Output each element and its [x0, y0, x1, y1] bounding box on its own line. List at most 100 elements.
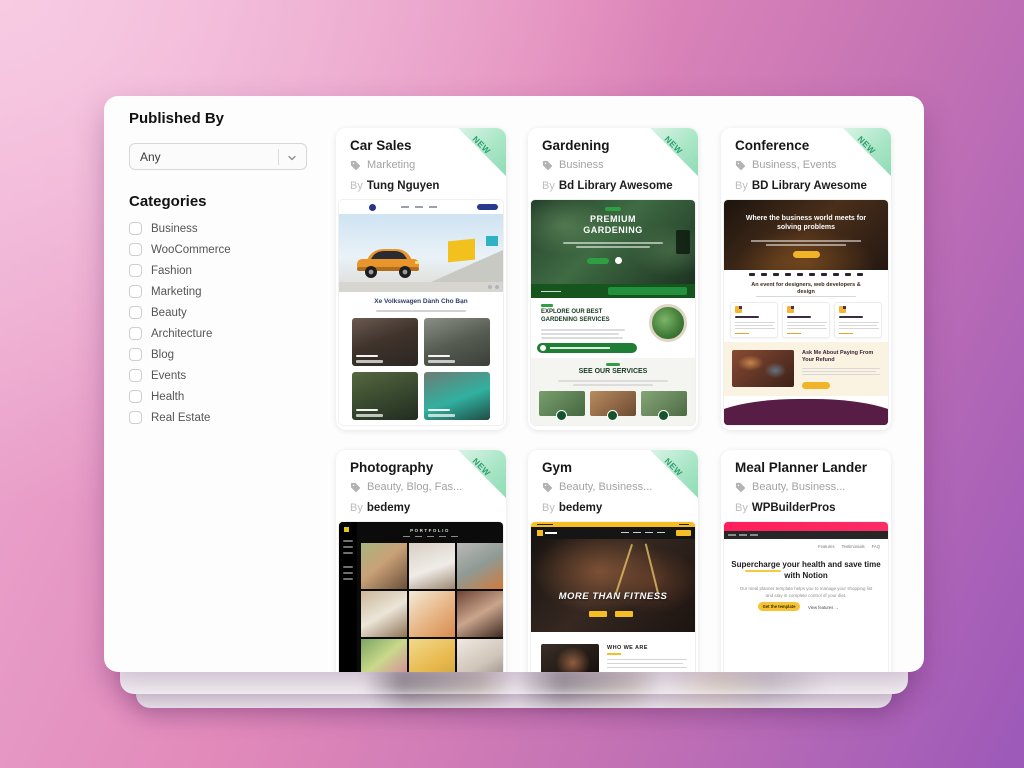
- publisher-select[interactable]: Any: [129, 143, 307, 170]
- category-row-blog[interactable]: Blog: [129, 348, 231, 361]
- category-row-marketing[interactable]: Marketing: [129, 285, 231, 298]
- category-row-woocommerce[interactable]: WooCommerce: [129, 243, 231, 256]
- services-title: SEE OUR SERVICES: [531, 368, 695, 375]
- control-dot: [495, 285, 499, 289]
- preview-page: Features Testimonials FAQ Supercharge yo…: [724, 539, 888, 672]
- category-label: Health: [151, 391, 184, 403]
- checkbox[interactable]: [129, 222, 142, 235]
- template-browser-panel: Published By Any Categories Business Woo…: [104, 96, 924, 672]
- category-row-architecture[interactable]: Architecture: [129, 327, 231, 340]
- category-label: Marketing: [151, 286, 202, 298]
- car-photo-tile: [424, 372, 490, 420]
- feature-card: [834, 302, 882, 338]
- new-badge: NEW: [650, 128, 698, 176]
- preview-green-navbar: [531, 284, 695, 298]
- checkbox[interactable]: [129, 306, 142, 319]
- checkbox[interactable]: [129, 243, 142, 256]
- template-preview-gym: MORE THAN FITNESS WHO WE ARE: [531, 522, 695, 672]
- gym-photo: [541, 644, 599, 672]
- checkbox[interactable]: [129, 411, 142, 424]
- hero-button: [587, 258, 609, 264]
- checkbox[interactable]: [129, 264, 142, 277]
- service-card: [590, 391, 636, 416]
- browser-toolbar: [724, 531, 888, 539]
- text-line: [751, 240, 861, 242]
- menu-line: [343, 578, 353, 580]
- gym-logo-text: [545, 532, 557, 534]
- text-line: [607, 659, 687, 660]
- yellow-underline: [607, 653, 621, 655]
- card-title: Conference: [735, 138, 809, 153]
- preview-promo-section: Ask Me About Paying From Your Refund: [724, 342, 888, 396]
- hero-button: [793, 251, 820, 258]
- card-tags: Beauty, Blog, Fas...: [350, 481, 462, 493]
- photo-tile: [457, 543, 503, 589]
- select-divider: [278, 149, 279, 165]
- text-line: [766, 244, 846, 246]
- by-label: By: [542, 180, 555, 192]
- card-author-row: By Bd Library Awesome: [542, 180, 673, 192]
- link-line: [735, 333, 749, 335]
- pink-header-bar: [724, 522, 888, 531]
- view-features-link: View features →: [808, 605, 839, 610]
- category-row-beauty[interactable]: Beauty: [129, 306, 231, 319]
- car-photo-tile: [352, 372, 418, 420]
- about-title: WHO WE ARE: [607, 645, 648, 651]
- categories-heading: Categories: [129, 193, 207, 210]
- checkbox[interactable]: [129, 348, 142, 361]
- category-row-fashion[interactable]: Fashion: [129, 264, 231, 277]
- hero-pill: [605, 207, 621, 211]
- template-card-car-sales[interactable]: NEW Car Sales Marketing By Tung Nguyen: [336, 128, 506, 430]
- template-preview-meal-planner: Features Testimonials FAQ Supercharge yo…: [724, 522, 888, 672]
- preview-about-section: WHO WE ARE: [531, 632, 695, 672]
- category-label: Business: [151, 223, 198, 235]
- feature-card: [782, 302, 830, 338]
- menu-line: [343, 546, 353, 548]
- yellow-underline: [745, 570, 781, 572]
- category-row-real-estate[interactable]: Real Estate: [129, 411, 231, 424]
- tag-text: Beauty, Blog, Fas...: [367, 481, 462, 493]
- category-row-health[interactable]: Health: [129, 390, 231, 403]
- service-card: [539, 391, 585, 416]
- text-line: [558, 380, 668, 382]
- new-badge: NEW: [458, 450, 506, 498]
- template-card-meal-planner[interactable]: Meal Planner Lander Beauty, Business... …: [721, 450, 891, 672]
- card-tags: Beauty, Business...: [735, 481, 845, 493]
- template-card-gardening[interactable]: NEW Gardening Business By Bd Library Awe…: [528, 128, 698, 430]
- feature-card: [730, 302, 778, 338]
- nav-link: [645, 532, 653, 533]
- by-label: By: [735, 502, 748, 514]
- photo-tile: [457, 639, 503, 672]
- template-card-gym[interactable]: NEW Gym Beauty, Business... By bedemy: [528, 450, 698, 672]
- plant-photo-circle: [649, 304, 687, 342]
- card-tags: Beauty, Business...: [542, 481, 652, 493]
- tag-icon: [735, 160, 746, 171]
- document-icon: [839, 306, 846, 313]
- publisher-select-value: Any: [140, 150, 161, 164]
- template-card-conference[interactable]: NEW Conference Business, Events By BD Li…: [721, 128, 891, 430]
- checkbox[interactable]: [129, 369, 142, 382]
- category-label: Beauty: [151, 307, 187, 319]
- recycle-icon: [607, 410, 618, 421]
- author-name: BD Library Awesome: [752, 180, 867, 192]
- nav-button: [676, 530, 691, 536]
- promo-title: Ask Me About Paying From Your Refund: [802, 350, 882, 364]
- strip-text: [679, 524, 689, 525]
- author-name: bedemy: [367, 502, 410, 514]
- checkbox[interactable]: [129, 327, 142, 340]
- car-photo-tile: [352, 318, 418, 366]
- text-line: [573, 384, 653, 386]
- card-title: Gardening: [542, 138, 610, 153]
- menu-line: [343, 572, 353, 574]
- category-row-events[interactable]: Events: [129, 369, 231, 382]
- category-row-business[interactable]: Business: [129, 222, 231, 235]
- author-name: WPBuilderPros: [752, 502, 836, 514]
- document-icon: [735, 306, 742, 313]
- nav-button: [608, 287, 687, 295]
- template-card-photography[interactable]: NEW Photography Beauty, Blog, Fas... By …: [336, 450, 506, 672]
- preview-hero: MORE THAN FITNESS: [531, 539, 695, 632]
- checkbox[interactable]: [129, 285, 142, 298]
- photo-grid: [361, 543, 503, 672]
- hero-text-line: [576, 246, 650, 248]
- checkbox[interactable]: [129, 390, 142, 403]
